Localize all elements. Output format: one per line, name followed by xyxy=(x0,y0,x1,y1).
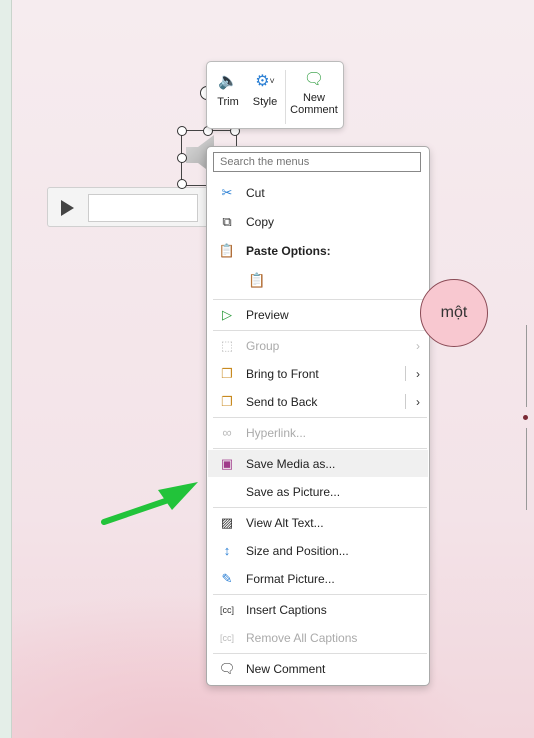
comment-icon: 🗨 xyxy=(218,660,236,676)
trim-button[interactable]: 🔈 Trim xyxy=(211,66,245,108)
copy-icon: ⧉ xyxy=(222,213,232,229)
menu-item-label: Preview xyxy=(246,307,289,322)
send-back-icon: ❐ xyxy=(221,393,233,409)
menu-item-view-alt-text[interactable]: ▨ View Alt Text... xyxy=(208,509,428,536)
media-progress-bar[interactable] xyxy=(88,194,198,222)
divider xyxy=(405,394,406,409)
new-comment-label: Comment xyxy=(290,104,338,116)
play-icon: ▷ xyxy=(222,306,232,322)
menu-item-label: Save Media as... xyxy=(246,456,336,471)
divider xyxy=(213,653,427,654)
alt-text-icon: ▨ xyxy=(220,514,234,530)
menu-item-size-and-position[interactable]: ↕ Size and Position... xyxy=(208,537,428,564)
menu-item-label: Cut xyxy=(246,185,265,200)
media-player-bar xyxy=(47,187,214,227)
new-comment-button[interactable]: 🗨 New Comment xyxy=(287,66,341,116)
menu-item-label: Format Picture... xyxy=(246,571,335,586)
remove-captions-icon: [cc] xyxy=(219,632,234,643)
circle-text: một xyxy=(440,304,468,321)
menu-item-group[interactable]: ⬚ Group › xyxy=(208,332,428,359)
search-menus-input[interactable] xyxy=(213,152,421,172)
resize-handle[interactable] xyxy=(177,126,187,136)
scissors-icon: ✂ xyxy=(221,184,233,200)
divider xyxy=(213,507,427,508)
chevron-right-icon[interactable]: › xyxy=(416,395,420,409)
menu-item-label: Remove All Captions xyxy=(246,630,358,645)
link-icon: ∞ xyxy=(222,425,232,440)
menu-item-preview[interactable]: ▷ Preview xyxy=(208,301,428,328)
menu-item-copy[interactable]: ⧉ Copy xyxy=(208,208,428,235)
menu-item-new-comment[interactable]: 🗨 New Comment xyxy=(208,655,428,682)
menu-item-bring-to-front[interactable]: ❐ Bring to Front › xyxy=(208,360,428,387)
divider xyxy=(213,299,427,300)
menu-item-label: New Comment xyxy=(246,661,326,676)
play-icon[interactable] xyxy=(61,200,74,216)
paste-options-header: 📋 Paste Options: xyxy=(208,237,428,264)
format-icon: ✎ xyxy=(221,570,233,586)
menu-item-format-picture[interactable]: ✎ Format Picture... xyxy=(208,565,428,592)
slide-thumbnail-pane xyxy=(0,0,12,738)
menu-item-label: Copy xyxy=(246,214,275,229)
green-arrow-annotation xyxy=(101,482,198,525)
menu-item-save-as-picture[interactable]: Save as Picture... xyxy=(208,478,428,505)
menu-item-label: View Alt Text... xyxy=(246,515,324,530)
paste-keep-text-only-icon[interactable]: 📋 xyxy=(245,267,269,294)
menu-item-label: Size and Position... xyxy=(246,543,349,558)
menu-item-send-to-back[interactable]: ❐ Send to Back › xyxy=(208,388,428,415)
divider xyxy=(405,366,406,381)
style-label: Style xyxy=(252,96,278,108)
style-button[interactable]: ⚙ ˅ Style xyxy=(247,66,283,108)
menu-item-remove-all-captions[interactable]: [cc] Remove All Captions xyxy=(208,624,428,651)
menu-item-insert-captions[interactable]: [cc] Insert Captions xyxy=(208,596,428,623)
menu-item-label: Save as Picture... xyxy=(246,484,341,499)
group-icon: ⬚ xyxy=(220,337,234,353)
timeline-line xyxy=(526,428,527,510)
resize-handle[interactable] xyxy=(177,153,187,163)
new-comment-icon: 🗨 xyxy=(303,71,325,88)
menu-item-label: Group xyxy=(246,338,280,353)
divider xyxy=(213,448,427,449)
save-media-icon: ▣ xyxy=(220,455,234,471)
menu-item-save-media-as[interactable]: ▣ Save Media as... xyxy=(208,450,428,477)
size-icon: ↕ xyxy=(223,543,231,558)
timeline-line xyxy=(526,325,527,407)
chevron-right-icon: › xyxy=(416,338,420,353)
menu-item-cut[interactable]: ✂ Cut xyxy=(208,179,428,206)
trim-audio-icon: 🔈 xyxy=(218,73,238,90)
resize-handle[interactable] xyxy=(177,179,187,189)
menu-item-label: Bring to Front xyxy=(246,366,319,381)
circle-shape[interactable]: một xyxy=(420,279,488,347)
timeline-dot xyxy=(523,415,528,420)
menu-item-label: Send to Back xyxy=(246,394,318,409)
divider xyxy=(213,417,427,418)
trim-label: Trim xyxy=(217,96,239,108)
captions-icon: [cc] xyxy=(219,604,234,615)
divider xyxy=(213,594,427,595)
context-menu: ✂ Cut ⧉ Copy 📋 Paste Options: 📋 ▷ Preview ⬚ G… xyxy=(206,146,430,686)
divider xyxy=(213,330,427,331)
menu-item-label: Insert Captions xyxy=(246,602,327,617)
mini-toolbar: 🔈 Trim ⚙ ˅ Style 🗨 New Comment xyxy=(206,61,344,129)
menu-item-label: Hyperlink... xyxy=(246,425,307,440)
divider xyxy=(285,70,286,124)
bring-front-icon: ❐ xyxy=(221,365,233,381)
menu-item-label: Paste Options: xyxy=(246,243,331,258)
paste-icon: 📋 xyxy=(218,242,236,258)
menu-item-hyperlink[interactable]: ∞ Hyperlink... xyxy=(208,419,428,446)
chevron-right-icon[interactable]: › xyxy=(416,367,420,381)
audio-style-icon: ⚙ ˅ xyxy=(255,73,275,90)
new-comment-label: New xyxy=(302,92,325,104)
